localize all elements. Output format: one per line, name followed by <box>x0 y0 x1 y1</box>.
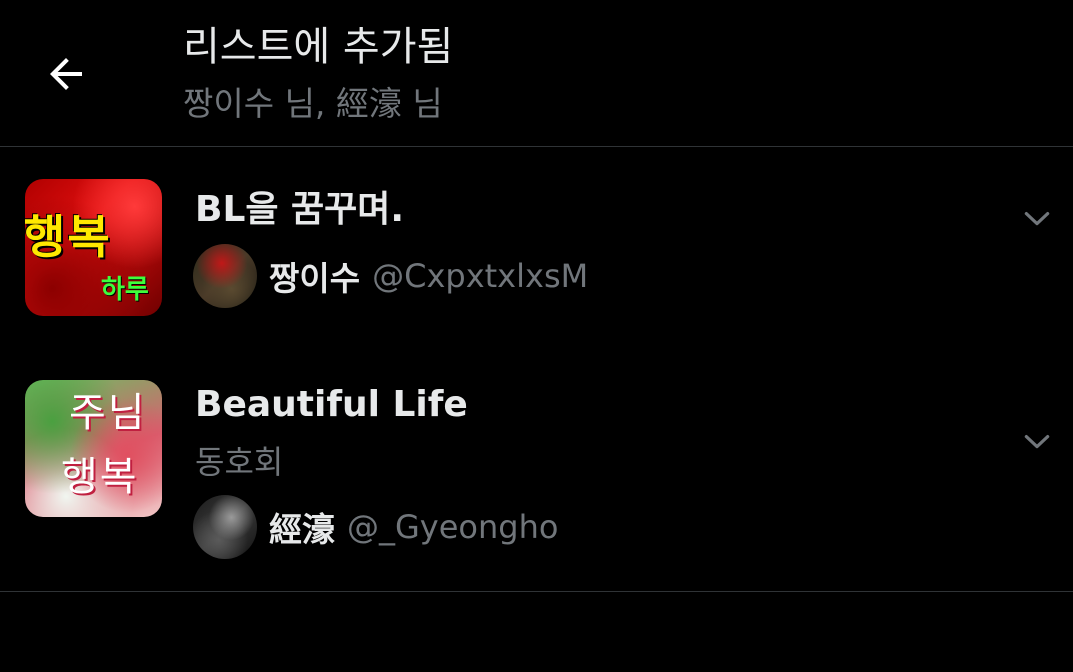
thumbnail-text-small: 하루 <box>101 275 149 305</box>
chevron-down-icon <box>1024 435 1050 449</box>
owner-handle: @_Gyeongho <box>347 508 559 546</box>
list-item[interactable]: 주님 행복 Beautiful Life 동호회 經濠 @_Gyeongho <box>0 347 1073 592</box>
owner-display-name: 짱이수 <box>269 259 361 298</box>
owner-handle: @CxpxtxlxsM <box>372 257 589 295</box>
page-subtitle: 짱이수 님, 經濠 님 <box>183 84 443 123</box>
owner-display-name: 經濠 <box>269 510 335 549</box>
thumbnail-text-top: 주님 <box>69 390 147 436</box>
list-name: Beautiful Life <box>195 384 468 425</box>
list-description: 동호회 <box>195 443 284 481</box>
page-title: 리스트에 추가됨 <box>183 24 454 70</box>
added-to-list-screen: 리스트에 추가됨 짱이수 님, 經濠 님 행복 하루 BL을 꿈꾸며. 짱이수 … <box>0 0 1073 672</box>
avatar[interactable] <box>193 495 257 559</box>
list-thumbnail: 주님 행복 <box>25 380 162 517</box>
avatar[interactable] <box>193 244 257 308</box>
thumbnail-text-bottom: 행복 <box>61 454 139 500</box>
list-menu-button[interactable] <box>1019 423 1055 459</box>
list-owner[interactable]: 짱이수 @CxpxtxlxsM <box>193 244 588 308</box>
list-item[interactable]: 행복 하루 BL을 꿈꾸며. 짱이수 @CxpxtxlxsM <box>0 147 1073 347</box>
list-thumbnail: 행복 하루 <box>25 179 162 316</box>
list-owner[interactable]: 經濠 @_Gyeongho <box>193 495 558 559</box>
header: 리스트에 추가됨 짱이수 님, 經濠 님 <box>0 0 1073 147</box>
list-menu-button[interactable] <box>1019 200 1055 236</box>
list-name: BL을 꿈꾸며. <box>195 189 405 230</box>
thumbnail-text-big: 행복 <box>25 210 112 264</box>
chevron-down-icon <box>1024 212 1050 226</box>
arrow-left-icon <box>50 58 82 90</box>
back-button[interactable] <box>34 42 98 106</box>
